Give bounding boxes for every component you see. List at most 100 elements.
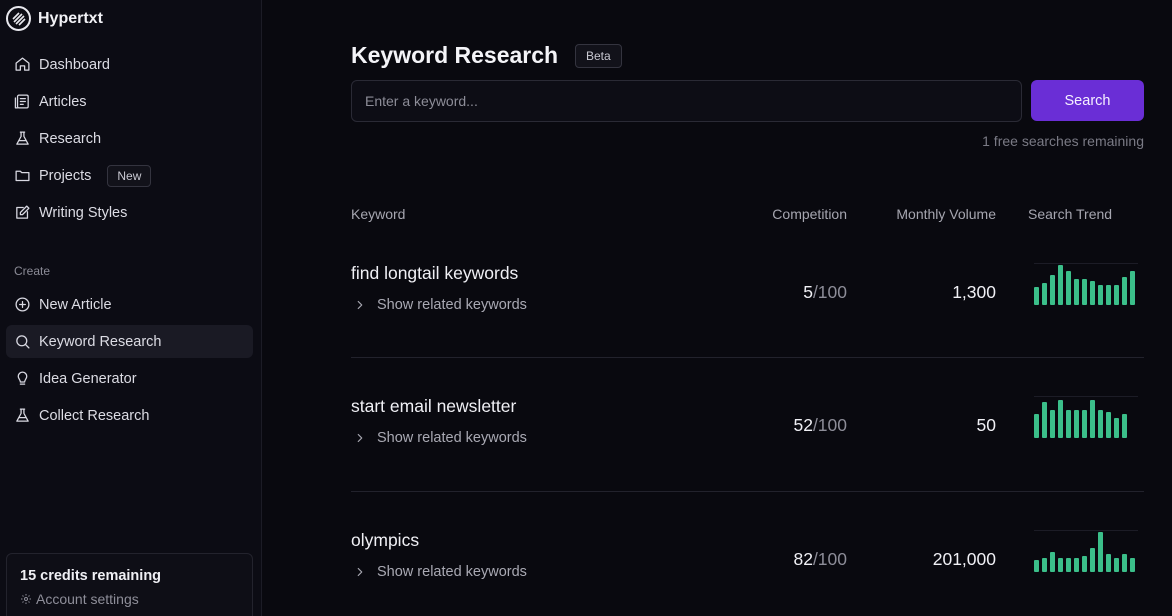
sidebar-item-label: Research bbox=[39, 130, 102, 147]
trend-bar bbox=[1106, 412, 1111, 438]
competition-max: /100 bbox=[812, 282, 847, 302]
sidebar-item-collect-research[interactable]: Collect Research bbox=[6, 399, 253, 432]
trend-bar bbox=[1034, 414, 1039, 438]
sidebar-item-label: New Article bbox=[39, 296, 112, 313]
show-related-keywords[interactable]: Show related keywords bbox=[351, 297, 527, 313]
trend-bar bbox=[1042, 558, 1047, 572]
plus-circle-icon bbox=[14, 296, 31, 313]
trend-bar bbox=[1066, 271, 1071, 305]
beta-badge: Beta bbox=[575, 44, 622, 68]
trend-bar bbox=[1050, 552, 1055, 572]
trend-bar bbox=[1090, 400, 1095, 438]
trend-bar bbox=[1074, 558, 1079, 572]
search-trend-chart bbox=[1034, 530, 1138, 572]
column-header-monthly-volume: Monthly Volume bbox=[896, 206, 996, 222]
lightbulb-icon bbox=[14, 370, 31, 387]
table-row: find longtail keywords Show related keyw… bbox=[351, 225, 1144, 358]
competition-max: /100 bbox=[812, 415, 847, 435]
show-related-label: Show related keywords bbox=[377, 297, 527, 313]
brand[interactable]: Hypertxt bbox=[6, 6, 103, 31]
sidebar-item-projects[interactable]: Projects New bbox=[6, 159, 253, 192]
sidebar-item-articles[interactable]: Articles bbox=[6, 85, 253, 118]
trend-bar bbox=[1106, 285, 1111, 305]
competition-max: /100 bbox=[812, 549, 847, 569]
trend-bar bbox=[1074, 410, 1079, 438]
trend-bar bbox=[1098, 410, 1103, 438]
keyword-search-input[interactable] bbox=[351, 80, 1022, 122]
sidebar-item-dashboard[interactable]: Dashboard bbox=[6, 48, 253, 81]
trend-bar bbox=[1090, 548, 1095, 572]
trend-bar bbox=[1042, 283, 1047, 305]
show-related-keywords[interactable]: Show related keywords bbox=[351, 564, 527, 580]
edit-icon bbox=[14, 204, 31, 221]
sidebar-item-research[interactable]: Research bbox=[6, 122, 253, 155]
sidebar-item-label: Collect Research bbox=[39, 407, 150, 424]
sidebar-item-writing-styles[interactable]: Writing Styles bbox=[6, 196, 253, 229]
monthly-volume: 50 bbox=[976, 415, 996, 435]
competition-value: 52 bbox=[793, 415, 813, 435]
trend-bar bbox=[1042, 402, 1047, 438]
table-row: olympics Show related keywords 82/100 20… bbox=[351, 492, 1144, 616]
page-title: Keyword Research bbox=[351, 42, 559, 68]
competition-score: 82/100 bbox=[793, 549, 847, 570]
trend-bar bbox=[1034, 560, 1039, 572]
sidebar-item-label: Writing Styles bbox=[39, 204, 128, 221]
trend-bar bbox=[1050, 410, 1055, 438]
competition-value: 5 bbox=[803, 282, 813, 302]
gear-icon bbox=[21, 594, 31, 604]
trend-bar bbox=[1114, 285, 1119, 305]
table-row: start email newsletter Show related keyw… bbox=[351, 358, 1144, 491]
show-related-keywords[interactable]: Show related keywords bbox=[351, 430, 527, 446]
trend-bar bbox=[1074, 279, 1079, 305]
sidebar-item-label: Dashboard bbox=[39, 56, 110, 73]
trend-bar bbox=[1130, 558, 1135, 572]
keyword-text: find longtail keywords bbox=[351, 263, 519, 283]
monthly-volume: 201,000 bbox=[932, 549, 996, 569]
credits-panel: 15 credits remaining Account settings bbox=[6, 553, 253, 616]
new-badge: New bbox=[107, 164, 152, 187]
search-icon bbox=[14, 333, 31, 350]
trend-bar bbox=[1058, 400, 1063, 438]
column-header-keyword: Keyword bbox=[351, 206, 406, 222]
trend-bar bbox=[1098, 285, 1103, 305]
trend-bar bbox=[1082, 279, 1087, 305]
sidebar-item-keyword-research[interactable]: Keyword Research bbox=[6, 325, 253, 358]
trend-bar bbox=[1066, 558, 1071, 572]
sidebar-item-label: Projects bbox=[39, 167, 92, 184]
competition-score: 52/100 bbox=[793, 415, 847, 436]
trend-bar bbox=[1066, 410, 1071, 438]
trend-bar bbox=[1114, 418, 1119, 438]
account-settings-label: Account settings bbox=[36, 591, 139, 607]
search-trend-chart bbox=[1034, 396, 1138, 438]
chevron-right-icon bbox=[357, 567, 363, 577]
trend-bar bbox=[1058, 265, 1063, 305]
monthly-volume: 1,300 bbox=[952, 282, 996, 302]
chevron-right-icon bbox=[357, 300, 363, 310]
show-related-label: Show related keywords bbox=[377, 564, 527, 580]
competition-value: 82 bbox=[793, 549, 813, 569]
chevron-right-icon bbox=[357, 433, 363, 443]
search-button[interactable]: Search bbox=[1031, 80, 1144, 121]
sidebar-item-label: Articles bbox=[39, 93, 87, 110]
flask-icon bbox=[14, 130, 31, 147]
home-icon bbox=[14, 56, 31, 73]
show-related-label: Show related keywords bbox=[377, 430, 527, 446]
trend-bar bbox=[1114, 558, 1119, 572]
competition-score: 5/100 bbox=[803, 282, 847, 303]
folder-icon bbox=[14, 167, 31, 184]
credits-remaining: 15 credits remaining bbox=[20, 568, 162, 584]
account-settings-link[interactable]: Account settings bbox=[20, 591, 239, 607]
sidebar-item-label: Idea Generator bbox=[39, 370, 137, 387]
free-searches-remaining: 1 free searches remaining bbox=[982, 133, 1144, 149]
trend-bar bbox=[1122, 554, 1127, 572]
trend-bar bbox=[1082, 556, 1087, 572]
sidebar-item-idea-generator[interactable]: Idea Generator bbox=[6, 362, 253, 395]
hypertxt-logo-icon bbox=[6, 6, 31, 31]
main-content: Keyword Research Beta Search 1 free sear… bbox=[262, 0, 1172, 616]
trend-bar bbox=[1050, 275, 1055, 305]
app-window: Hypertxt Dashboard Articles Research Pro… bbox=[0, 0, 1172, 616]
sidebar-item-new-article[interactable]: New Article bbox=[6, 288, 253, 321]
flask-icon bbox=[14, 407, 31, 424]
trend-bar bbox=[1034, 287, 1039, 305]
sidebar: Hypertxt Dashboard Articles Research Pro… bbox=[0, 0, 262, 616]
